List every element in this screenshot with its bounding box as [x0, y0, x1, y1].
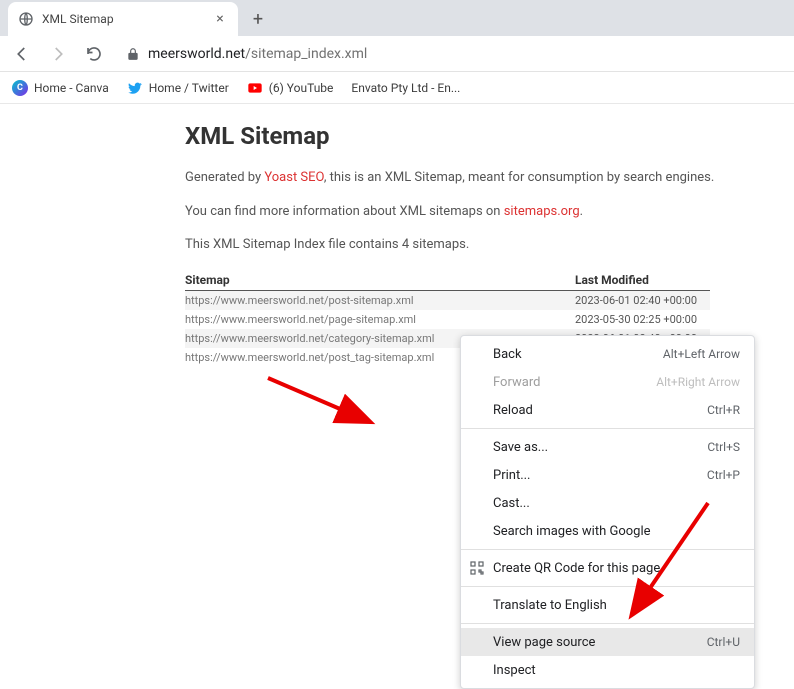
- sitemap-lastmod: 2023-06-01 02:40 +00:00: [575, 294, 710, 307]
- sitemap-lastmod: 2023-05-30 02:25 +00:00: [575, 313, 710, 326]
- menu-item-translate-to-english[interactable]: Translate to English: [461, 591, 754, 619]
- qr-icon: [469, 560, 485, 576]
- bookmark-envato[interactable]: Envato Pty Ltd - En...: [351, 81, 460, 95]
- menu-item-label: Print...: [493, 468, 707, 483]
- menu-item-label: Forward: [493, 375, 656, 390]
- sitemapsorg-link[interactable]: sitemaps.org: [504, 204, 580, 219]
- menu-item-label: Search images with Google: [493, 524, 740, 539]
- menu-item-label: Cast...: [493, 496, 740, 511]
- bookmark-label: Home / Twitter: [149, 81, 229, 95]
- menu-item-label: Create QR Code for this page: [493, 561, 740, 576]
- menu-item-label: Back: [493, 347, 663, 362]
- col-lastmod: Last Modified: [575, 273, 710, 287]
- menu-item-label: Translate to English: [493, 598, 740, 613]
- menu-item-shortcut: Alt+Left Arrow: [663, 347, 740, 361]
- menu-item-forward: ForwardAlt+Right Arrow: [461, 368, 754, 396]
- menu-item-view-page-source[interactable]: View page sourceCtrl+U: [461, 628, 754, 656]
- canva-icon: C: [12, 80, 28, 96]
- lock-icon: [126, 47, 140, 61]
- twitter-icon: [127, 80, 143, 96]
- browser-toolbar: meersworld.net/sitemap_index.xml: [0, 36, 794, 72]
- menu-item-reload[interactable]: ReloadCtrl+R: [461, 396, 754, 424]
- menu-item-shortcut: Ctrl+P: [707, 468, 740, 482]
- bookmark-label: Home - Canva: [34, 81, 109, 95]
- browser-tab[interactable]: XML Sitemap ×: [8, 2, 238, 36]
- context-menu: BackAlt+Left ArrowForwardAlt+Right Arrow…: [460, 335, 755, 689]
- url-text: meersworld.net/sitemap_index.xml: [148, 46, 367, 62]
- menu-item-label: Save as...: [493, 440, 707, 455]
- close-icon[interactable]: ×: [212, 11, 228, 27]
- table-row[interactable]: https://www.meersworld.net/post-sitemap.…: [185, 291, 710, 310]
- globe-icon: [18, 11, 34, 27]
- bookmarks-bar: C Home - Canva Home / Twitter (6) YouTub…: [0, 72, 794, 104]
- menu-item-shortcut: Ctrl+R: [707, 403, 740, 417]
- tab-title: XML Sitemap: [42, 12, 204, 26]
- address-bar[interactable]: meersworld.net/sitemap_index.xml: [116, 40, 786, 68]
- reload-button[interactable]: [80, 40, 108, 68]
- menu-item-back[interactable]: BackAlt+Left Arrow: [461, 340, 754, 368]
- menu-item-shortcut: Ctrl+U: [707, 635, 740, 649]
- menu-item-cast[interactable]: Cast...: [461, 489, 754, 517]
- tab-bar: XML Sitemap × +: [0, 0, 794, 36]
- menu-item-label: Reload: [493, 403, 707, 418]
- menu-item-create-qr-code-for-this-page[interactable]: Create QR Code for this page: [461, 554, 754, 582]
- table-row[interactable]: https://www.meersworld.net/page-sitemap.…: [185, 310, 710, 329]
- menu-item-print[interactable]: Print...Ctrl+P: [461, 461, 754, 489]
- menu-item-label: Inspect: [493, 663, 740, 678]
- intro-contains: This XML Sitemap Index file contains 4 s…: [185, 235, 794, 255]
- menu-separator: [461, 549, 754, 550]
- annotation-arrow-icon: [263, 373, 393, 433]
- page-content: XML Sitemap Generated by Yoast SEO, this…: [0, 104, 794, 367]
- bookmark-label: (6) YouTube: [269, 81, 334, 95]
- intro-generated: Generated by Yoast SEO, this is an XML S…: [185, 168, 794, 188]
- youtube-icon: [247, 80, 263, 96]
- sitemap-url: https://www.meersworld.net/post-sitemap.…: [185, 294, 575, 307]
- table-header: Sitemap Last Modified: [185, 273, 710, 291]
- menu-separator: [461, 623, 754, 624]
- yoast-link[interactable]: Yoast SEO: [264, 170, 323, 185]
- back-button[interactable]: [8, 40, 36, 68]
- col-sitemap: Sitemap: [185, 273, 575, 287]
- sitemap-url: https://www.meersworld.net/page-sitemap.…: [185, 313, 575, 326]
- menu-separator: [461, 586, 754, 587]
- bookmark-canva[interactable]: C Home - Canva: [12, 80, 109, 96]
- bookmark-label: Envato Pty Ltd - En...: [351, 81, 460, 95]
- bookmark-twitter[interactable]: Home / Twitter: [127, 80, 229, 96]
- menu-item-label: View page source: [493, 635, 707, 650]
- page-title: XML Sitemap: [185, 122, 794, 150]
- menu-item-search-images-with-google[interactable]: Search images with Google: [461, 517, 754, 545]
- intro-moreinfo: You can find more information about XML …: [185, 202, 794, 222]
- menu-separator: [461, 428, 754, 429]
- menu-item-inspect[interactable]: Inspect: [461, 656, 754, 684]
- bookmark-youtube[interactable]: (6) YouTube: [247, 80, 334, 96]
- menu-item-shortcut: Ctrl+S: [707, 440, 740, 454]
- forward-button[interactable]: [44, 40, 72, 68]
- menu-item-save-as[interactable]: Save as...Ctrl+S: [461, 433, 754, 461]
- menu-item-shortcut: Alt+Right Arrow: [656, 375, 740, 389]
- new-tab-button[interactable]: +: [244, 5, 272, 33]
